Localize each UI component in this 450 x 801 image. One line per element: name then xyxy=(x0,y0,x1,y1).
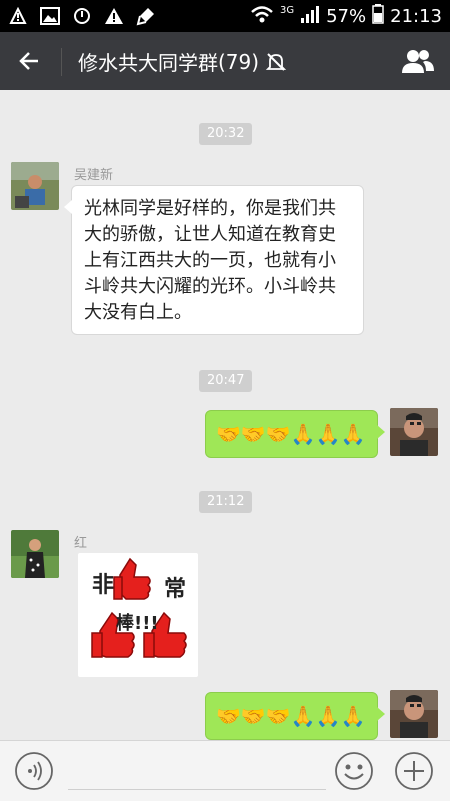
clock: 21:13 xyxy=(390,6,442,27)
cleaner-icon xyxy=(136,6,156,26)
message-input[interactable] xyxy=(68,789,326,790)
download-alert-icon xyxy=(8,6,28,26)
sticker-text: 常 xyxy=(164,577,187,602)
message-text: 光林同学是好样的，你是我们共大的骄傲，让世人知道在教育史上有江西共大的一页，也就… xyxy=(84,198,336,323)
group-name: 修水共大同学群 xyxy=(78,51,218,75)
self-avatar[interactable] xyxy=(390,408,438,456)
avatar[interactable] xyxy=(11,530,59,578)
sender-name: 吴建新 xyxy=(74,168,114,183)
wifi-icon xyxy=(250,5,274,28)
voice-input-icon[interactable] xyxy=(14,751,54,791)
sender-name: 红 xyxy=(74,536,88,551)
timestamp: 20:47 xyxy=(199,370,253,392)
chat-header: 修水共大同学群 (79) xyxy=(0,32,450,90)
message-text: 🤝🤝🤝🙏🙏🙏 xyxy=(216,422,366,446)
image-icon xyxy=(40,6,60,26)
emoji-icon[interactable] xyxy=(334,751,374,791)
mute-bell-icon xyxy=(265,51,287,73)
chat-messages[interactable]: 20:32 吴建新 光林同学是好样的，你是我们共大的骄傲，让世人知道在教育史上有… xyxy=(0,90,450,740)
message-text: 🤝🤝🤝🙏🙏🙏 xyxy=(216,704,366,728)
group-members-icon[interactable] xyxy=(400,46,436,76)
input-bar xyxy=(0,740,450,801)
member-count: (79) xyxy=(218,49,260,74)
battery-percent: 57% xyxy=(326,6,367,27)
avatar[interactable] xyxy=(11,162,59,210)
warning-icon xyxy=(104,6,124,26)
header-divider xyxy=(61,48,62,76)
self-avatar[interactable] xyxy=(390,690,438,738)
message-bubble[interactable]: 光林同学是好样的，你是我们共大的骄傲，让世人知道在教育史上有江西共大的一页，也就… xyxy=(64,185,364,335)
sticker-text: 非 xyxy=(92,573,115,598)
sticker-text: 棒!!! xyxy=(116,613,159,634)
chat-title: 修水共大同学群 (79) xyxy=(78,47,287,76)
back-arrow-icon[interactable] xyxy=(16,46,46,76)
sync-icon xyxy=(72,6,92,26)
status-bar: 3G 57% 21:13 xyxy=(0,0,450,32)
self-message-bubble[interactable]: 🤝🤝🤝🙏🙏🙏 xyxy=(205,692,385,740)
signal-icon xyxy=(300,4,320,29)
timestamp: 21:12 xyxy=(199,491,253,513)
more-options-icon[interactable] xyxy=(394,751,434,791)
battery-icon xyxy=(372,4,384,29)
network-type: 3G xyxy=(279,5,295,16)
self-message-bubble[interactable]: 🤝🤝🤝🙏🙏🙏 xyxy=(205,410,385,458)
timestamp: 20:32 xyxy=(199,123,253,145)
thumbs-up-sticker[interactable]: 非 常 棒!!! xyxy=(78,553,198,677)
